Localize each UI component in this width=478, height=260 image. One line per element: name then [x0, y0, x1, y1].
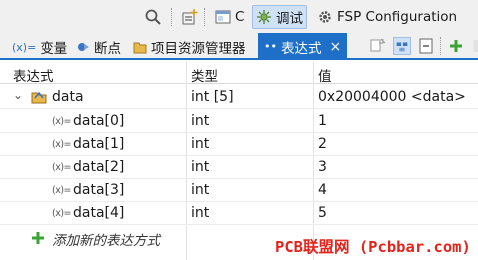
- perspective-debug-label: 调试: [276, 11, 303, 27]
- expand-all-icon[interactable]: [369, 37, 387, 55]
- column-header-expression[interactable]: 表达式: [13, 65, 54, 85]
- expression-value[interactable]: 4: [318, 182, 327, 198]
- expression-name: data[2]: [73, 159, 125, 175]
- expression-value[interactable]: 1: [318, 113, 327, 129]
- view-tab-bar: (x)= 变量 断点 项目资源管理器 •• 表达式 ×: [0, 33, 478, 60]
- toolbar-separator: [440, 37, 441, 55]
- column-header-type[interactable]: 类型: [191, 65, 218, 85]
- tab-breakpoints-label: 断点: [94, 41, 121, 57]
- perspective-fsp-configuration[interactable]: FSP Configuration: [314, 5, 460, 29]
- collapse-all-icon[interactable]: [417, 37, 435, 55]
- expression-type: int: [191, 182, 210, 198]
- perspective-fsp-label: FSP Configuration: [337, 9, 458, 25]
- expression-name: data[3]: [73, 182, 125, 198]
- remove-expression-icon[interactable]: [469, 37, 478, 55]
- expression-type: int: [191, 113, 210, 129]
- variable-icon: (x)=: [52, 139, 72, 150]
- add-expression-icon[interactable]: [447, 37, 465, 55]
- search-icon[interactable]: [144, 8, 162, 26]
- project-explorer-icon: [133, 42, 147, 54]
- table-header: 表达式 类型 值: [0, 62, 478, 85]
- expressions-icon: ••: [264, 40, 277, 53]
- expression-type: int: [191, 205, 210, 221]
- breakpoints-icon: [78, 43, 89, 51]
- expression-name: data[1]: [73, 136, 125, 152]
- table-row[interactable]: (x)= data[3] int 4: [0, 179, 478, 202]
- variable-icon: (x)=: [52, 208, 72, 219]
- expression-name: data: [52, 89, 84, 105]
- variable-icon: (x)=: [52, 185, 72, 196]
- perspective-debug[interactable]: 调试: [252, 5, 307, 29]
- array-variable-icon: [31, 91, 47, 104]
- variables-icon: (x)=: [12, 40, 37, 54]
- expression-value[interactable]: 0x20004000 <data>: [318, 89, 466, 105]
- expression-value[interactable]: 3: [318, 159, 327, 175]
- column-header-value[interactable]: 值: [318, 65, 332, 85]
- expression-name: data[4]: [73, 205, 125, 221]
- variable-icon: (x)=: [52, 116, 72, 127]
- table-row[interactable]: (x)= data[2] int 3: [0, 156, 478, 179]
- expression-type: int: [191, 136, 210, 152]
- expression-type: int [5]: [191, 89, 234, 105]
- close-icon[interactable]: ×: [329, 39, 341, 55]
- expression-type: int: [191, 159, 210, 175]
- tab-expressions-label: 表达式: [280, 40, 322, 57]
- tab-project-explorer[interactable]: 项目资源管理器: [130, 35, 249, 59]
- add-new-expression-label[interactable]: 添加新的表达方式: [52, 229, 160, 249]
- expression-value[interactable]: 2: [318, 136, 327, 152]
- debug-perspective-icon: [257, 10, 271, 24]
- tab-variables-label: 变量: [40, 41, 68, 57]
- tab-breakpoints[interactable]: 断点: [73, 35, 124, 59]
- tab-expressions[interactable]: •• 表达式 ×: [258, 33, 348, 60]
- table-row[interactable]: ⌄ data int [5] 0x20004000 <data>: [0, 86, 478, 109]
- c-perspective-icon: [215, 10, 231, 24]
- open-perspective-icon[interactable]: [181, 8, 199, 26]
- table-row[interactable]: (x)= data[1] int 2: [0, 133, 478, 156]
- toolbar-separator: [204, 8, 205, 26]
- table-row[interactable]: (x)= data[4] int 5: [0, 202, 478, 225]
- expression-name: data[0]: [73, 113, 125, 129]
- table-row[interactable]: (x)= data[0] int 1: [0, 110, 478, 133]
- add-icon[interactable]: [31, 231, 45, 245]
- variable-icon: (x)=: [52, 162, 72, 173]
- expression-value[interactable]: 5: [318, 205, 327, 221]
- tab-project-explorer-label: 项目资源管理器: [151, 41, 246, 57]
- perspective-c-label: C: [235, 9, 245, 25]
- watermark: PCB联盟网 (Pcbbar.com): [275, 238, 471, 256]
- show-type-names-icon[interactable]: [393, 37, 411, 55]
- perspective-c[interactable]: C: [212, 5, 247, 29]
- tab-variables[interactable]: (x)= 变量: [9, 35, 70, 59]
- toolbar-separator: [171, 8, 172, 26]
- chevron-down-icon[interactable]: ⌄: [13, 88, 23, 102]
- gear-icon: [319, 11, 331, 23]
- perspective-toolbar: C 调试 FSP Configuration: [0, 0, 478, 33]
- expressions-table: 表达式 类型 值 ⌄ data int [5] 0x20004000 <data…: [0, 62, 478, 260]
